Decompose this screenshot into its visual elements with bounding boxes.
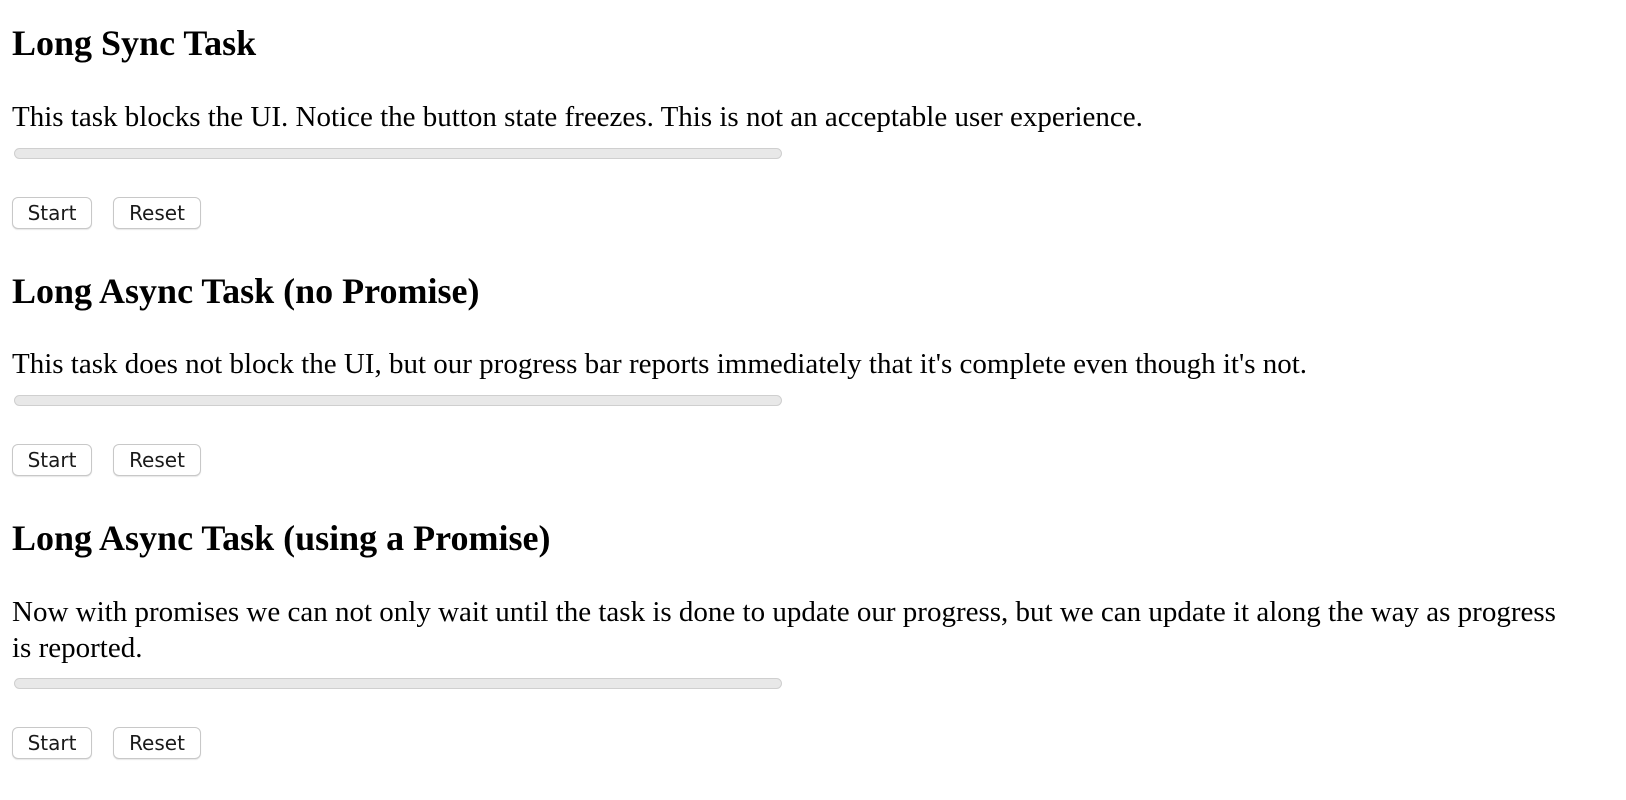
button-row: Start Reset <box>12 197 201 229</box>
button-row: Start Reset <box>12 727 201 759</box>
reset-button[interactable]: Reset <box>113 197 201 229</box>
progress-bar <box>14 678 782 689</box>
section-description: This task does not block the UI, but our… <box>12 348 1308 380</box>
start-button[interactable]: Start <box>12 727 92 759</box>
progress-bar <box>14 395 782 406</box>
progress-bar <box>14 148 782 159</box>
section-description: Now with promises we can not only wait u… <box>12 596 1556 664</box>
section-heading: Long Async Task (no Promise) <box>12 271 480 311</box>
section-description: This task blocks the UI. Notice the butt… <box>12 101 1143 133</box>
button-row: Start Reset <box>12 444 201 476</box>
section-heading: Long Sync Task <box>12 23 257 63</box>
section-heading: Long Async Task (using a Promise) <box>12 518 551 558</box>
start-button[interactable]: Start <box>12 197 92 229</box>
reset-button[interactable]: Reset <box>113 727 201 759</box>
reset-button[interactable]: Reset <box>113 444 201 476</box>
start-button[interactable]: Start <box>12 444 92 476</box>
